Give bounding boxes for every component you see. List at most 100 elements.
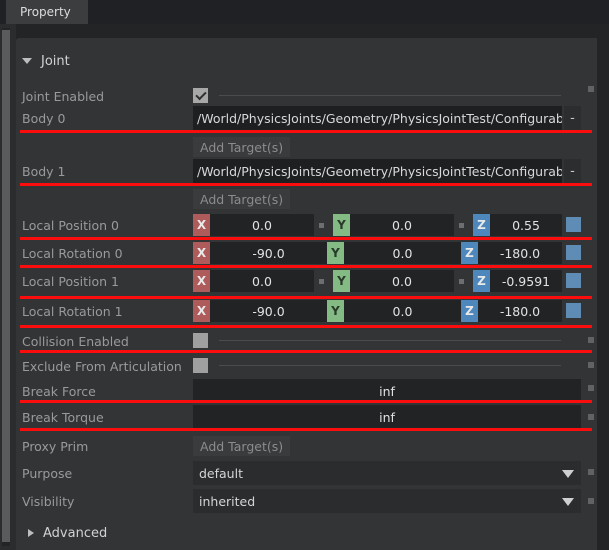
- row-body-0: Body 0 /World/PhysicsJoints/Geometry/Phy…: [16, 106, 597, 130]
- checkbox-joint-enabled[interactable]: [193, 88, 208, 103]
- tab-property-label: Property: [20, 5, 71, 19]
- row-body-1: Body 1 /World/PhysicsJoints/Geometry/Phy…: [16, 159, 597, 183]
- number-input-y[interactable]: 0.0: [344, 242, 461, 264]
- link-toggle-square[interactable]: [566, 217, 581, 232]
- label-exclude-from-articulation: Exclude From Articulation: [22, 358, 182, 374]
- property-marker-square[interactable]: [588, 414, 594, 420]
- annotation-underline: [20, 183, 592, 186]
- property-marker-square[interactable]: [588, 337, 594, 343]
- annotation-underline: [20, 237, 592, 240]
- row-exclude-from-articulation: Exclude From Articulation: [16, 354, 597, 378]
- vector3-local-rotation-0: X -90.0 Y 0.0 Z -180.0: [193, 241, 581, 265]
- property-marker-square[interactable]: [588, 385, 594, 391]
- link-toggle-square[interactable]: [566, 245, 581, 260]
- field-body-0: /World/PhysicsJoints/Geometry/PhysicsJoi…: [193, 106, 581, 130]
- path-input-body-1[interactable]: /World/PhysicsJoints/Geometry/PhysicsJoi…: [193, 159, 562, 183]
- annotation-underline: [20, 130, 592, 133]
- link-toggle-square[interactable]: [566, 273, 581, 288]
- property-marker-square[interactable]: [588, 469, 594, 475]
- number-input-z[interactable]: 0.55: [490, 214, 562, 236]
- dropdown-visibility-value: inherited: [199, 493, 256, 509]
- number-input-x[interactable]: -90.0: [210, 300, 327, 322]
- separator-dot: [319, 223, 324, 228]
- axis-badge-y: Y: [333, 270, 350, 292]
- label-local-position-1: Local Position 1: [22, 273, 119, 289]
- field-proxy-prim: Add Target(s): [193, 434, 581, 458]
- property-marker-square[interactable]: [588, 498, 594, 504]
- axis-badge-z: Z: [461, 300, 478, 322]
- number-input-z[interactable]: -180.0: [478, 242, 562, 264]
- tab-bar: Property: [0, 0, 609, 24]
- row-purpose: Purpose default: [16, 461, 597, 485]
- label-visibility: Visibility: [22, 493, 75, 509]
- dropdown-purpose[interactable]: default: [193, 461, 581, 485]
- field-local-rotation-1: X -90.0 Y 0.0 Z -180.0: [193, 299, 581, 323]
- vector3-local-position-1: X 0.0 Y 0.0 Z -0.9591: [193, 269, 581, 293]
- axis-badge-z: Z: [473, 270, 490, 292]
- annotation-underline: [20, 325, 592, 328]
- number-input-y[interactable]: 0.0: [344, 300, 461, 322]
- number-input-y[interactable]: 0.0: [350, 214, 454, 236]
- property-content-panel: Joint Joint Enabled Body 0 /World/Physic…: [16, 38, 597, 550]
- right-edge: [597, 24, 609, 550]
- section-header-joint[interactable]: Joint: [22, 50, 262, 72]
- annotation-underline: [20, 428, 592, 431]
- vector3-local-position-0: X 0.0 Y 0.0 Z 0.55: [193, 213, 581, 237]
- number-input-x[interactable]: 0.0: [210, 214, 314, 236]
- add-target-button-body-0[interactable]: Add Target(s): [193, 137, 291, 157]
- number-input-z[interactable]: -0.9591: [490, 270, 562, 292]
- path-input-body-0[interactable]: /World/PhysicsJoints/Geometry/PhysicsJoi…: [193, 106, 562, 130]
- vertical-scrollbar-thumb[interactable]: [2, 30, 10, 542]
- label-proxy-prim: Proxy Prim: [22, 438, 89, 454]
- row-joint-enabled: Joint Enabled: [16, 84, 597, 108]
- add-target-button-proxy-prim[interactable]: Add Target(s): [193, 436, 291, 456]
- check-icon: [194, 88, 207, 100]
- chevron-down-icon: [562, 470, 574, 478]
- field-joint-enabled: [193, 84, 581, 108]
- property-marker-square[interactable]: [588, 362, 594, 368]
- chevron-down-icon: [22, 58, 32, 64]
- property-marker-square[interactable]: [588, 86, 594, 92]
- checkbox-exclude-from-articulation[interactable]: [193, 358, 208, 373]
- axis-badge-x: X: [193, 300, 210, 322]
- number-input-x[interactable]: 0.0: [210, 270, 314, 292]
- field-local-position-1: X 0.0 Y 0.0 Z -0.9591: [193, 269, 581, 293]
- field-add-target-body-0: Add Target(s): [193, 135, 581, 159]
- field-visibility: inherited: [193, 489, 581, 513]
- section-header-advanced-label: Advanced: [43, 525, 108, 541]
- number-input-break-torque[interactable]: inf: [193, 405, 581, 429]
- axis-badge-y: Y: [327, 300, 344, 322]
- vector3-local-rotation-1: X -90.0 Y 0.0 Z -180.0: [193, 299, 581, 323]
- link-toggle-square[interactable]: [566, 303, 581, 318]
- checkbox-collision-enabled[interactable]: [193, 333, 208, 348]
- number-input-y[interactable]: 0.0: [350, 270, 454, 292]
- row-add-target-body-1: Add Target(s): [16, 187, 597, 211]
- field-break-torque: inf: [193, 405, 581, 429]
- label-local-rotation-1: Local Rotation 1: [22, 303, 123, 319]
- add-target-button-body-1[interactable]: Add Target(s): [193, 189, 291, 209]
- tab-property[interactable]: Property: [6, 0, 88, 24]
- field-local-position-0: X 0.0 Y 0.0 Z 0.55: [193, 213, 581, 237]
- remove-target-button-body-0[interactable]: -: [564, 106, 581, 130]
- axis-badge-y: Y: [327, 242, 344, 264]
- annotation-underline: [20, 296, 592, 299]
- label-body-1: Body 1: [22, 163, 66, 179]
- annotation-underline: [20, 265, 592, 268]
- number-input-x[interactable]: -90.0: [210, 242, 327, 264]
- divider-line: [219, 365, 561, 366]
- axis-badge-x: X: [193, 270, 210, 292]
- dropdown-visibility[interactable]: inherited: [193, 489, 581, 513]
- section-header-advanced[interactable]: Advanced: [28, 522, 268, 544]
- annotation-underline: [20, 350, 592, 353]
- field-purpose: default: [193, 461, 581, 485]
- row-add-target-body-0: Add Target(s): [16, 135, 597, 159]
- axis-badge-x: X: [193, 242, 210, 264]
- remove-target-button-body-1[interactable]: -: [564, 159, 581, 183]
- label-joint-enabled: Joint Enabled: [22, 88, 105, 104]
- row-local-rotation-1: Local Rotation 1 X -90.0 Y 0.0 Z -180.0: [16, 299, 597, 323]
- number-input-z[interactable]: -180.0: [478, 300, 562, 322]
- property-panel-window: Property Joint Joint Enabled Body 0 /Wor…: [0, 0, 609, 550]
- label-body-0: Body 0: [22, 110, 66, 126]
- row-break-torque: Break Torque inf: [16, 405, 597, 429]
- row-local-rotation-0: Local Rotation 0 X -90.0 Y 0.0 Z -180.0: [16, 241, 597, 265]
